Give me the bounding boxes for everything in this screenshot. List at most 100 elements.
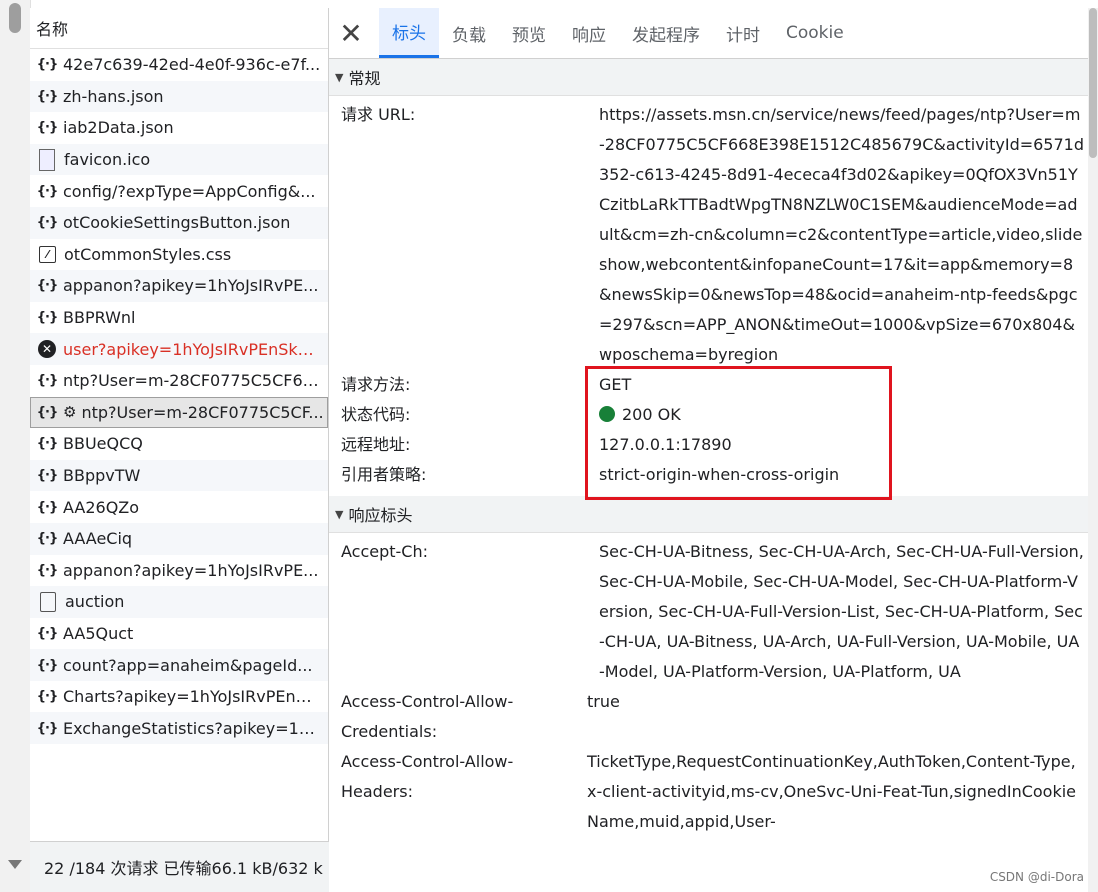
braces-icon — [36, 275, 58, 297]
request-details-panel: ✕ 标头 负载 预览 响应 发起程序 计时 Cookie ▼ 常规 请求 URL… — [329, 8, 1088, 892]
braces-icon — [36, 433, 58, 455]
braces-icon — [36, 212, 58, 234]
request-list-item[interactable]: BBUeQCQ — [30, 428, 328, 460]
response-headers-section-header[interactable]: ▼ 响应标头 — [329, 496, 1088, 533]
tab-headers[interactable]: 标头 — [379, 8, 439, 58]
request-name: 42e7c639-42ed-4e0f-936c-e7f... — [63, 55, 321, 75]
header-key: 状态代码: — [341, 405, 411, 424]
request-list-item[interactable]: zh-hans.json — [30, 80, 328, 113]
tab-timing[interactable]: 计时 — [713, 8, 773, 58]
watermark: CSDN @di-Dora — [989, 870, 1084, 884]
braces-icon — [36, 370, 58, 392]
braces-icon — [36, 180, 58, 202]
request-name: config/?expType=AppConfig&... — [63, 181, 316, 201]
response-header-rows: Accept-Ch: Sec-CH-UA-Bitness, Sec-CH-UA-… — [329, 533, 1088, 837]
request-list-item[interactable]: otCookieSettingsButton.json — [30, 206, 328, 239]
request-list-item[interactable]: Charts?apikey=1hYoJsIRvPEnS... — [30, 681, 328, 713]
request-url-value: https://assets.msn.cn/service/news/feed/… — [599, 105, 1084, 364]
request-list-item[interactable]: iab2Data.json — [30, 112, 328, 144]
request-list-item[interactable]: favicon.ico — [30, 143, 328, 176]
triangle-down-icon: ▼ — [335, 70, 344, 84]
request-name: auction — [65, 592, 125, 612]
request-list-item[interactable]: ✕ user?apikey=1hYoJsIRvPEnSkk... — [30, 333, 328, 365]
general-section-title: 常规 — [348, 69, 381, 88]
scroll-down-arrow-icon[interactable] — [8, 860, 22, 869]
request-list-item[interactable]: appanon?apikey=1hYoJsIRvPE... — [30, 270, 328, 302]
braces-icon — [36, 85, 58, 107]
braces-icon — [36, 559, 58, 581]
close-icon[interactable]: ✕ — [329, 8, 373, 58]
tab-payload[interactable]: 负载 — [439, 8, 499, 58]
error-icon: ✕ — [38, 340, 56, 359]
name-column-header[interactable]: 名称 — [30, 8, 328, 49]
request-name: AAAeCiq — [63, 529, 133, 549]
header-key: 远程地址: — [341, 435, 411, 454]
css-file-icon: ⁄ — [39, 245, 56, 263]
outer-scrollbar-thumb[interactable] — [9, 3, 21, 33]
header-row: Accept-Ch: Sec-CH-UA-Bitness, Sec-CH-UA-… — [329, 537, 1088, 687]
outer-scrollbar[interactable] — [0, 0, 31, 892]
request-name: ExchangeStatistics?apikey=1hY... — [63, 718, 321, 738]
tab-preview[interactable]: 预览 — [499, 8, 559, 58]
request-list: 42e7c639-42ed-4e0f-936c-e7f... zh-hans.js… — [30, 49, 328, 745]
request-list-item[interactable]: AA26QZo — [30, 491, 328, 523]
request-list-panel: 名称 42e7c639-42ed-4e0f-936c-e7f... zh-hans… — [30, 8, 342, 892]
header-key: 请求 URL: — [341, 105, 416, 124]
request-list-item[interactable]: ⚙ntp?User=m-28CF0775C5CF... — [30, 396, 328, 429]
request-list-item[interactable]: 42e7c639-42ed-4e0f-936c-e7f... — [30, 49, 328, 81]
header-key: Access-Control-Allow-Headers: — [341, 752, 514, 801]
header-row: Access-Control-Allow-Credentials: true — [329, 687, 1088, 747]
braces-icon — [36, 496, 58, 518]
braces-icon — [36, 307, 58, 329]
braces-icon — [36, 654, 58, 676]
tab-response[interactable]: 响应 — [559, 8, 619, 58]
request-name: appanon?apikey=1hYoJsIRvPE... — [63, 560, 319, 580]
header-row: Access-Control-Allow-Headers: TicketType… — [329, 747, 1088, 837]
triangle-down-icon: ▼ — [335, 507, 344, 521]
favicon-file-icon — [39, 148, 55, 171]
request-list-item[interactable]: auction — [30, 586, 328, 618]
braces-icon — [36, 54, 58, 76]
details-scrollbar[interactable] — [1088, 8, 1098, 892]
request-name: iab2Data.json — [63, 118, 174, 138]
request-list-item[interactable]: AAAeCiq — [30, 522, 328, 555]
request-list-item[interactable]: AA5Quct — [30, 618, 328, 650]
request-list-item[interactable]: ExchangeStatistics?apikey=1hY... — [30, 712, 328, 745]
service-worker-gear-icon: ⚙ — [63, 403, 77, 422]
request-name: AA26QZo — [63, 497, 140, 517]
header-key: 引用者策略: — [341, 465, 427, 484]
request-name: user?apikey=1hYoJsIRvPEnSkk... — [63, 339, 321, 359]
request-name: otCommonStyles.css — [64, 244, 232, 264]
braces-icon — [36, 686, 58, 708]
braces-icon — [36, 717, 58, 739]
request-list-item[interactable]: config/?expType=AppConfig&... — [30, 175, 328, 207]
request-name: ntp?User=m-28CF0775C5CF66... — [63, 371, 321, 391]
request-list-item[interactable]: BBPRWnl — [30, 302, 328, 334]
general-section-header[interactable]: ▼ 常规 — [329, 59, 1088, 96]
braces-icon — [36, 117, 58, 139]
request-name: otCookieSettingsButton.json — [63, 213, 291, 233]
request-list-item[interactable]: BBppvTW — [30, 459, 328, 492]
request-name: BBUeQCQ — [63, 434, 143, 454]
request-name: AA5Quct — [63, 623, 134, 643]
request-list-item[interactable]: ntp?User=m-28CF0775C5CF66... — [30, 365, 328, 397]
header-key: Access-Control-Allow-Credentials: — [341, 692, 514, 741]
request-list-item[interactable]: ⁄ otCommonStyles.css — [30, 239, 328, 271]
tab-cookies[interactable]: Cookie — [773, 8, 857, 58]
braces-icon — [36, 465, 58, 487]
braces-icon — [36, 528, 58, 550]
header-row: 请求 URL: https://assets.msn.cn/service/ne… — [329, 100, 1088, 370]
request-name: zh-hans.json — [63, 86, 164, 106]
details-scrollbar-thumb[interactable] — [1089, 8, 1097, 158]
request-list-item[interactable]: count?app=anaheim&pageId... — [30, 649, 328, 681]
tab-initiator[interactable]: 发起程序 — [619, 8, 713, 58]
detail-tabs: ✕ 标头 负载 预览 响应 发起程序 计时 Cookie — [329, 8, 1088, 59]
request-name: BBppvTW — [63, 466, 141, 486]
request-name: Charts?apikey=1hYoJsIRvPEnS... — [63, 687, 321, 707]
header-key: 请求方法: — [341, 375, 411, 394]
request-list-item[interactable]: appanon?apikey=1hYoJsIRvPE... — [30, 555, 328, 587]
header-key: Accept-Ch: — [341, 542, 429, 561]
response-headers-title: 响应标头 — [348, 506, 413, 525]
header-value: TicketType,RequestContinuationKey,AuthTo… — [587, 752, 1077, 831]
request-name: appanon?apikey=1hYoJsIRvPE... — [63, 276, 319, 296]
